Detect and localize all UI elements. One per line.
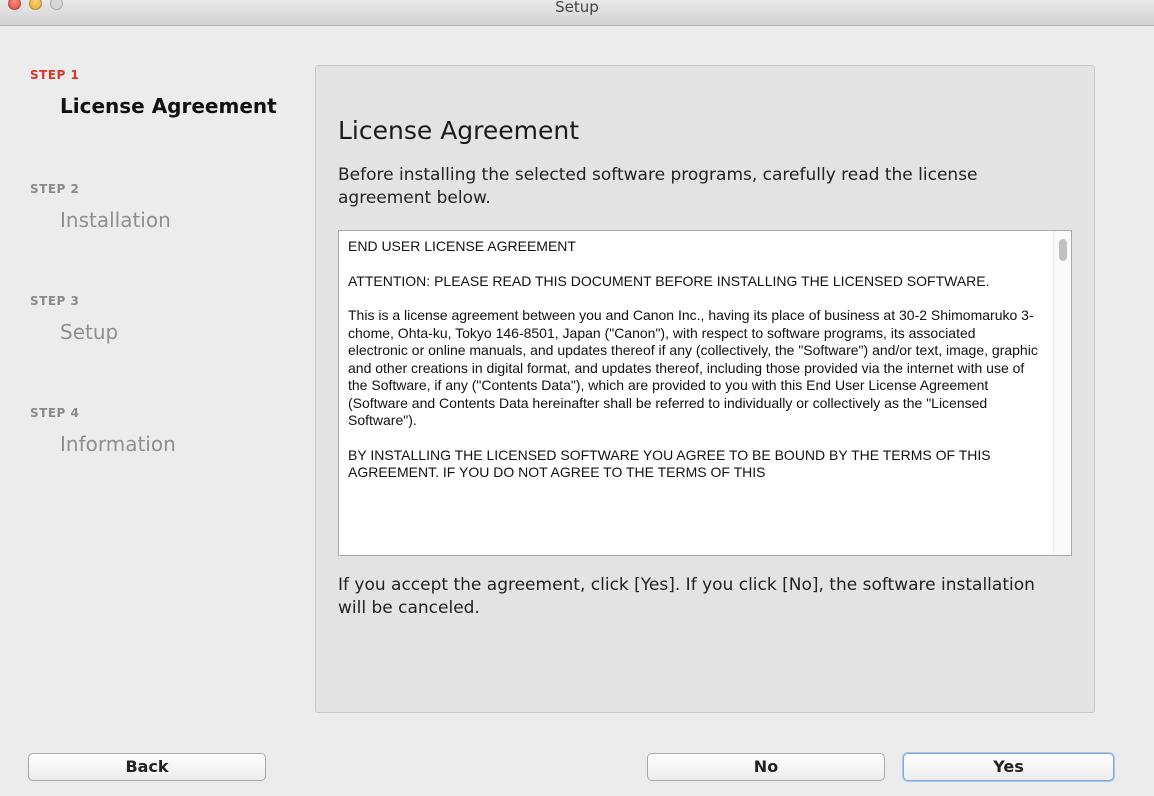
step-4: STEP 4 Information	[30, 406, 176, 456]
page-title: License Agreement	[338, 116, 580, 145]
accept-instructions: If you accept the agreement, click [Yes]…	[338, 575, 1035, 618]
license-scrollbar[interactable]	[1053, 231, 1071, 555]
step-1: STEP 1 License Agreement	[30, 68, 277, 118]
intro-text: Before installing the selected software …	[338, 165, 978, 208]
step-4-title: Information	[60, 432, 176, 456]
license-text-area[interactable]: END USER LICENSE AGREEMENT ATTENTION: PL…	[338, 230, 1072, 556]
step-2: STEP 2 Installation	[30, 182, 171, 232]
step-4-label: STEP 4	[30, 406, 80, 420]
license-paragraph: END USER LICENSE AGREEMENT	[348, 238, 576, 254]
license-paragraph: BY INSTALLING THE LICENSED SOFTWARE YOU …	[348, 446, 991, 481]
yes-button[interactable]: Yes	[903, 753, 1114, 781]
step-3: STEP 3 Setup	[30, 294, 118, 344]
window-title: Setup	[555, 0, 599, 16]
no-button[interactable]: No	[647, 753, 885, 781]
step-2-label: STEP 2	[30, 182, 80, 196]
scroll-thumb[interactable]	[1059, 239, 1067, 261]
content-panel: License Agreement Before installing the …	[315, 65, 1095, 713]
license-text: END USER LICENSE AGREEMENT ATTENTION: PL…	[348, 238, 1038, 499]
title-bar: Setup	[0, 0, 1154, 26]
step-2-title: Installation	[60, 208, 171, 232]
step-1-label: STEP 1	[30, 68, 80, 82]
step-3-title: Setup	[60, 320, 119, 344]
back-button[interactable]: Back	[28, 753, 266, 781]
license-paragraph: ATTENTION: PLEASE READ THIS DOCUMENT BEF…	[348, 272, 990, 289]
license-paragraph: This is a license agreement between you …	[348, 307, 1038, 428]
step-3-label: STEP 3	[30, 294, 80, 308]
step-1-title: License Agreement	[60, 94, 277, 118]
